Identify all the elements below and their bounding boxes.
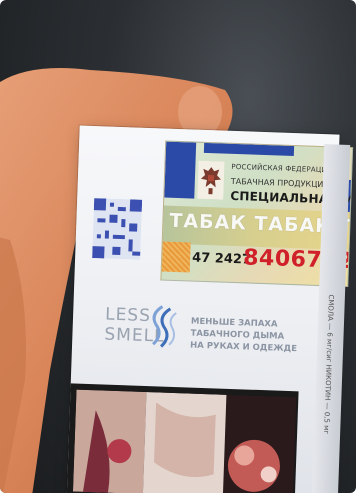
stamp-product-text: ТАБАЧНАЯ ПРОДУКЦИЯ bbox=[230, 176, 330, 190]
double-eagle-emblem-icon bbox=[197, 160, 225, 200]
qr-code bbox=[92, 198, 143, 260]
stamp-country-text: РОССИЙСКАЯ ФЕДЕРАЦИЯ bbox=[231, 162, 333, 175]
smoke-wave-logo-icon bbox=[152, 305, 177, 348]
pack-front: РОССИЙСКАЯ ФЕДЕРАЦИЯ ТАБАЧНАЯ ПРОДУКЦИЯ … bbox=[66, 125, 354, 493]
warning-photo bbox=[72, 389, 297, 493]
photo-frame: РОССИЙСКАЯ ФЕДЕРАЦИЯ ТАБАЧНАЯ ПРОДУКЦИЯ … bbox=[0, 0, 356, 493]
stamp-orange-pattern bbox=[161, 241, 191, 273]
stamp-blue-top bbox=[203, 142, 295, 157]
health-warning-image bbox=[66, 383, 299, 493]
cigarette-pack: РОССИЙСКАЯ ФЕДЕРАЦИЯ ТАБАЧНАЯ ПРОДУКЦИЯ … bbox=[57, 115, 354, 493]
side-panel-text: СМОЛА — 6 мг/сиг НИКОТИН — 0,5 мг bbox=[322, 294, 335, 435]
brand-claim: МЕНЬШЕ ЗАПАХА ТАБАЧНОГО ДЫМА НА РУКАХ И … bbox=[189, 316, 298, 355]
stamp-blue-stripe bbox=[164, 141, 197, 199]
brand-less: LESS bbox=[104, 304, 152, 327]
